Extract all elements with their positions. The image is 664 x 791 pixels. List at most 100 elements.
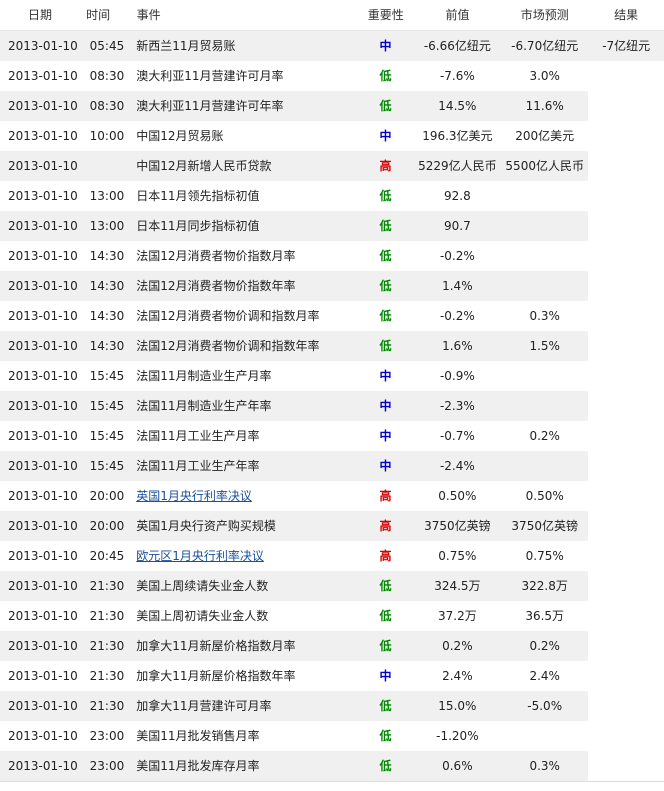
event-link[interactable]: 英国1月央行利率决议 [136, 489, 252, 503]
importance-badge: 中 [379, 129, 392, 143]
row-time: 21:30 [89, 609, 125, 623]
row-result [588, 721, 664, 751]
importance-badge: 低 [379, 69, 392, 83]
row-result [588, 241, 664, 271]
row-forecast [501, 241, 588, 271]
event-label: 日本11月领先指标初值 [136, 189, 260, 203]
row-previous: -1.20% [436, 729, 479, 743]
row-time: 14:30 [89, 309, 125, 323]
event-label: 英国1月央行资产购买规模 [136, 519, 276, 533]
row-result [588, 91, 664, 121]
row-result [588, 61, 664, 91]
table-row: 2013-01-10 14:30 法国12月消费者物价调和指数年率 低 1.6% 1.5% [0, 331, 664, 361]
importance-badge: 中 [357, 31, 414, 61]
row-result [588, 121, 664, 151]
row-event: 法国12月消费者物价调和指数年率 [136, 331, 358, 361]
row-forecast: 3750亿英镑 [501, 511, 589, 541]
economic-calendar: 日期 时间 事件 重要性 前值 市场预测 结果 2013-01-10 05:45 新… [0, 0, 664, 791]
importance-badge: 低 [357, 571, 414, 601]
importance-badge: 中 [379, 429, 392, 443]
table-row: 2013-01-10 21:30 美国上周初请失业金人数 低 37.2万 36.5万 [0, 601, 664, 631]
event-label: 美国上周初请失业金人数 [136, 609, 269, 623]
row-event: 法国12月消费者物价指数年率 [136, 271, 358, 301]
event-label: 美国上周续请失业金人数 [136, 579, 269, 593]
row-result [588, 481, 664, 511]
row-forecast: -6.70亿纽元 [501, 31, 589, 61]
row-event: 英国1月央行资产购买规模 [136, 511, 358, 541]
row-time: 14:30 [89, 249, 125, 263]
importance-badge: 中 [357, 451, 414, 481]
row-forecast [501, 721, 588, 751]
row-date: 2013-01-10 [0, 91, 86, 121]
row-result [588, 691, 664, 721]
table-row: 2013-01-10 20:45 欧元区1月央行利率决议 高 0.75% 0.75% [0, 541, 664, 571]
row-previous: -7.6% [439, 69, 475, 83]
row-forecast: 322.8万 [501, 571, 589, 601]
row-forecast: 0.75% [525, 549, 564, 563]
row-time: 14:30 [85, 271, 137, 301]
row-forecast [501, 271, 589, 301]
row-time: 15:45 [89, 369, 125, 383]
row-time: 15:45 [89, 429, 125, 443]
event-label: 法国12月消费者物价指数月率 [136, 249, 296, 263]
importance-badge: 低 [379, 609, 392, 623]
row-time: 20:45 [89, 549, 125, 563]
row-previous: 1.6% [413, 331, 502, 361]
row-event: 美国上周续请失业金人数 [136, 571, 358, 601]
row-event: 日本11月领先指标初值 [136, 181, 357, 211]
row-forecast [501, 361, 588, 391]
importance-badge: 中 [357, 391, 414, 421]
row-date: 2013-01-10 [8, 549, 78, 563]
row-previous: 0.6% [413, 751, 502, 781]
row-event: 美国11月批发销售月率 [136, 721, 357, 751]
row-time: 08:30 [89, 69, 125, 83]
row-date: 2013-01-10 [0, 31, 86, 61]
row-forecast: 3.0% [529, 69, 560, 83]
event-label: 日本11月同步指标初值 [136, 219, 260, 233]
row-previous: -2.4% [413, 451, 502, 481]
row-previous: 196.3亿美元 [422, 129, 493, 143]
row-event: 中国12月贸易账 [136, 121, 357, 151]
header-forecast: 市场预测 [520, 8, 569, 22]
importance-badge: 高 [379, 489, 392, 503]
row-previous: 90.7 [413, 211, 502, 241]
row-result [588, 151, 664, 181]
row-time: 23:00 [85, 751, 137, 781]
row-date: 2013-01-10 [0, 451, 86, 481]
row-previous: 3750亿英镑 [413, 511, 502, 541]
header-date: 日期 [28, 8, 53, 22]
row-date: 2013-01-10 [8, 189, 78, 203]
row-date: 2013-01-10 [0, 751, 86, 781]
row-time: 20:00 [85, 511, 137, 541]
importance-badge: 中 [379, 369, 392, 383]
row-previous: -0.9% [439, 369, 475, 383]
row-previous: -0.7% [439, 429, 475, 443]
row-previous: 2.4% [442, 669, 473, 683]
header-result: 结果 [614, 8, 639, 22]
row-event: 加拿大11月新屋价格指数月率 [136, 631, 358, 661]
row-forecast [501, 181, 588, 211]
row-event: 新西兰11月贸易账 [136, 31, 358, 61]
table-row: 2013-01-10 05:45 新西兰11月贸易账 中 -6.66亿纽元 -6.70亿纽… [0, 31, 664, 61]
event-label: 中国12月新增人民币贷款 [136, 159, 272, 173]
row-forecast [501, 391, 589, 421]
importance-badge: 低 [357, 331, 414, 361]
row-time: 21:30 [85, 571, 137, 601]
row-time: 20:00 [89, 489, 125, 503]
row-forecast: 0.3% [501, 751, 589, 781]
row-event: 法国11月制造业生产月率 [136, 361, 357, 391]
row-forecast [501, 451, 589, 481]
event-link[interactable]: 欧元区1月央行利率决议 [136, 549, 264, 563]
row-event: 日本11月同步指标初值 [136, 211, 358, 241]
row-date: 2013-01-10 [8, 489, 78, 503]
row-forecast: -5.0% [501, 691, 589, 721]
event-label: 法国11月制造业生产年率 [136, 399, 272, 413]
row-previous: 5229亿人民币 [413, 151, 502, 181]
row-previous: 1.4% [413, 271, 502, 301]
table-row: 2013-01-10 14:30 法国12月消费者物价指数月率 低 -0.2% [0, 241, 664, 271]
row-forecast: 2.4% [529, 669, 560, 683]
row-event: 法国11月工业生产月率 [136, 421, 357, 451]
importance-badge: 低 [357, 631, 414, 661]
event-label: 中国12月贸易账 [136, 129, 224, 143]
table-row: 2013-01-10 21:30 加拿大11月新屋价格指数年率 中 2.4% 2.4% [0, 661, 664, 691]
